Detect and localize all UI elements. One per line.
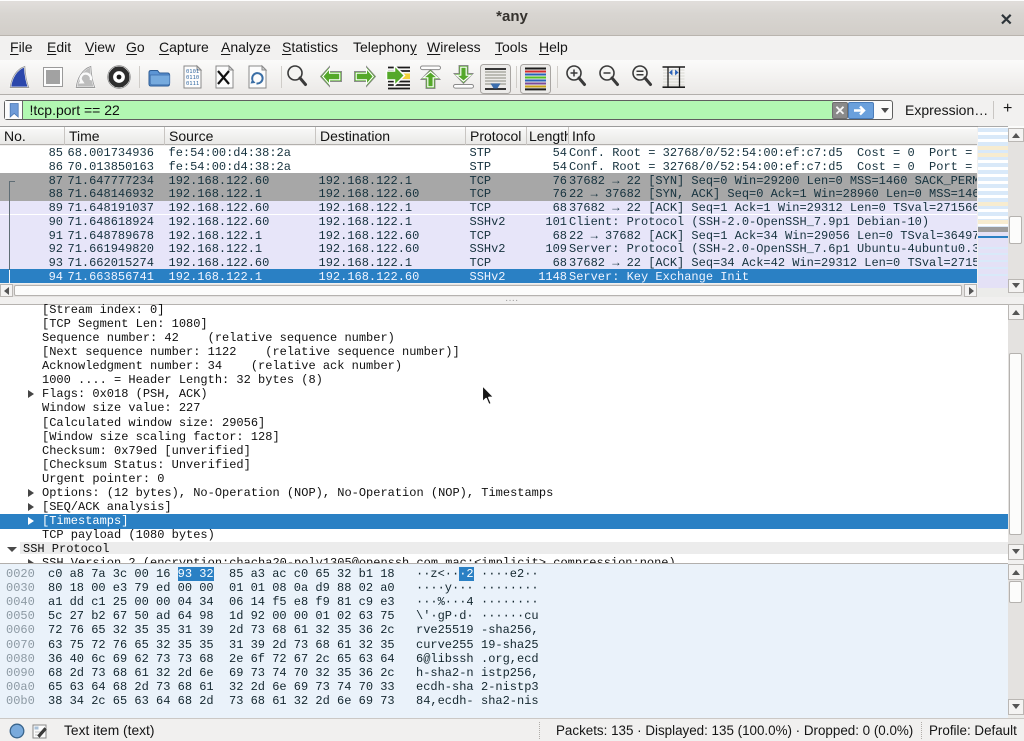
svg-text:0111: 0111 — [186, 81, 199, 87]
